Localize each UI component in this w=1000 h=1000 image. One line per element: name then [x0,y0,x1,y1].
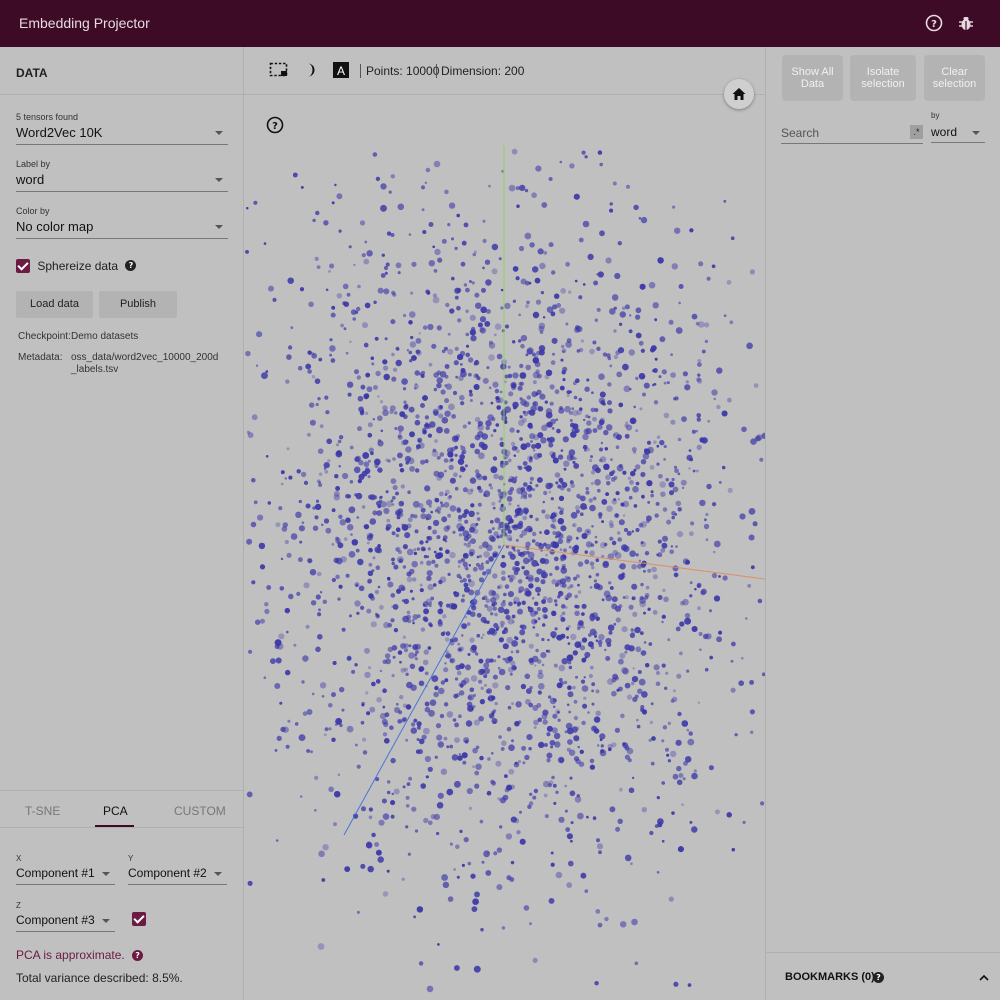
variance-text: Total variance described: 8.5%. [16,971,183,985]
bookmarks-panel[interactable]: BOOKMARKS (0) ? [766,952,1000,1000]
view-toolbar: A Points: 10000 Dimension: 200 [244,47,765,95]
label-icon[interactable]: A [332,61,350,79]
svg-text:A: A [337,64,345,78]
help-icon[interactable]: ? [924,13,944,33]
chevron-down-icon [972,131,980,135]
dimension-count: Dimension: 200 [441,64,525,78]
chevron-down-icon [214,872,222,876]
pca-x-label: X [16,854,22,863]
chevron-down-icon [102,872,110,876]
svg-text:?: ? [272,121,278,132]
label-by-label: Label by [16,159,51,169]
checkpoint-key: Checkpoint: [18,331,71,342]
label-by-select[interactable]: Label by word [16,159,228,192]
search-by-label: by [931,111,940,120]
sphereize-help-icon[interactable]: ? [125,260,137,272]
axis-z-line [343,544,505,836]
tab-tsne[interactable]: T-SNE [25,804,60,818]
bookmarks-label: BOOKMARKS (0) [785,971,875,983]
home-button[interactable] [724,79,754,109]
sphereize-row: Sphereize data ? [16,258,137,273]
pca-x-value: Component #1 [16,866,95,880]
search-by-select[interactable]: word [931,125,985,143]
svg-text:?: ? [931,19,937,30]
inspector-panel: Show All Data Isolate selection Clear se… [765,47,1000,1000]
chevron-down-icon [215,178,223,182]
tab-custom[interactable]: CUSTOM [174,804,226,818]
load-data-button[interactable]: Load data [16,291,93,318]
sphereize-label: Sphereize data [37,258,119,273]
tensor-select[interactable]: 5 tensors found Word2Vec 10K [16,112,228,145]
toolbar-separator [360,64,361,78]
pca-approx-row: PCA is approximate. ? [16,948,144,962]
night-mode-icon[interactable] [302,62,318,78]
tensor-select-value: Word2Vec 10K [16,125,103,140]
pca-z-value: Component #3 [16,913,95,927]
rect-select-icon[interactable] [269,62,289,78]
pca-y-label: Y [128,854,134,863]
projector-view: A Points: 10000 Dimension: 200 ? [244,47,765,1000]
chevron-up-icon[interactable] [978,971,990,983]
pca-x-select[interactable]: X Component #1 [16,854,115,885]
home-icon [731,86,747,102]
label-by-value: word [16,172,45,187]
checkpoint-value: Demo datasets [71,331,139,342]
projection-tabs: T-SNE PCA CUSTOM [0,790,244,828]
data-panel-header: DATA [0,47,243,95]
bookmarks-help-icon[interactable]: ? [873,972,884,983]
chevron-down-icon [215,131,223,135]
metadata-row: Metadata: oss_data/word2vec_10000_200d_l… [18,352,218,375]
isolate-selection-button[interactable]: Isolate selection [850,55,916,101]
checkpoint-row: Checkpoint: Demo datasets [18,331,138,342]
metadata-value: oss_data/word2vec_10000_200d_labels.tsv [71,352,219,375]
color-by-label: Color by [16,206,50,216]
chevron-down-icon [102,919,110,923]
show-all-data-button[interactable]: Show All Data [782,55,843,101]
pca-y-value: Component #2 [128,866,207,880]
regex-toggle[interactable]: .* [910,125,923,139]
points-count: Points: 10000 [366,64,440,78]
pca-y-select[interactable]: Y Component #2 [128,854,227,885]
data-panel: DATA 5 tensors found Word2Vec 10K Label … [0,47,244,1000]
metadata-key: Metadata: [18,352,63,363]
pca-z-select[interactable]: Z Component #3 [16,901,115,932]
sphereize-checkbox[interactable] [16,258,30,273]
bug-icon[interactable] [956,13,976,33]
clear-selection-button[interactable]: Clear selection [924,55,985,101]
tensor-select-label: 5 tensors found [16,112,79,122]
plot-help-icon[interactable]: ? [266,116,284,134]
pca-approx-help-icon[interactable]: ? [132,950,144,962]
active-tab-indicator [95,825,134,827]
search-input[interactable]: Search [781,126,923,144]
chevron-down-icon [215,225,223,229]
search-by-value: word [931,125,958,139]
tab-pca[interactable]: PCA [103,804,128,818]
scatter-plot[interactable] [244,95,765,1000]
app-header: Embedding Projector ? [0,0,1000,47]
color-by-value: No color map [16,219,94,234]
publish-button[interactable]: Publish [99,291,177,318]
color-by-select[interactable]: Color by No color map [16,206,228,239]
pca-approx-text: PCA is approximate. [16,948,125,962]
pca-z-checkbox[interactable] [132,912,146,926]
toolbar-separator [436,64,437,78]
pca-z-label: Z [16,901,21,910]
app-title: Embedding Projector [19,15,150,31]
